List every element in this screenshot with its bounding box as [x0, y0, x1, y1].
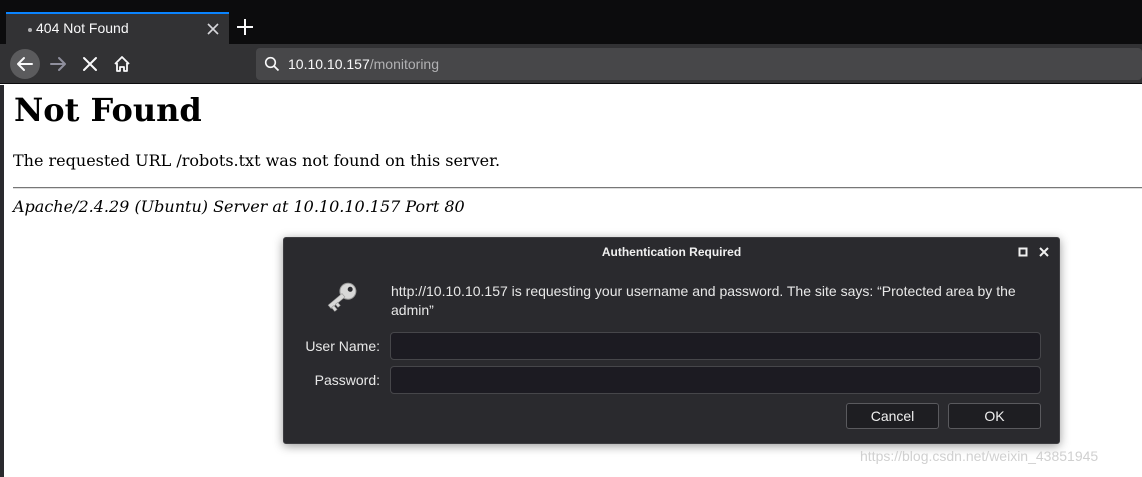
- page-heading: Not Found: [14, 91, 202, 129]
- horizontal-rule: [13, 187, 1142, 189]
- address-bar[interactable]: 10.10.10.157/monitoring: [256, 48, 1142, 80]
- error-message: The requested URL /robots.txt was not fo…: [13, 151, 501, 170]
- plus-icon[interactable]: [234, 16, 256, 38]
- maximize-icon[interactable]: [1018, 247, 1028, 257]
- ok-button[interactable]: OK: [948, 403, 1041, 429]
- tab-active[interactable]: 404 Not Found: [6, 12, 229, 44]
- username-input[interactable]: [390, 332, 1041, 360]
- navigation-toolbar: 10.10.10.157/monitoring: [0, 44, 1142, 84]
- auth-dialog: Authentication Required http://10.10.10.…: [283, 237, 1060, 444]
- close-icon[interactable]: [1039, 247, 1049, 257]
- server-signature: Apache/2.4.29 (Ubuntu) Server at 10.10.1…: [13, 197, 465, 216]
- auth-prompt: http://10.10.10.157 is requesting your u…: [391, 283, 1016, 318]
- key-icon: [327, 282, 357, 312]
- password-label: Password:: [314, 372, 380, 388]
- url-host: 10.10.10.157: [288, 56, 370, 72]
- stop-icon: [83, 57, 97, 71]
- forward-button[interactable]: [44, 49, 74, 79]
- cancel-button[interactable]: Cancel: [846, 403, 939, 429]
- username-label: User Name:: [305, 338, 380, 354]
- tab-strip: 404 Not Found: [0, 0, 1142, 44]
- url-path: /monitoring: [369, 56, 440, 72]
- password-input[interactable]: [390, 366, 1041, 394]
- back-button[interactable]: [10, 49, 40, 79]
- tab-title: 404 Not Found: [36, 20, 129, 36]
- home-icon: [114, 56, 130, 72]
- close-icon[interactable]: [205, 21, 221, 37]
- back-icon: [17, 57, 33, 71]
- home-button[interactable]: [107, 49, 137, 79]
- search-icon: [264, 56, 280, 72]
- url-text: 10.10.10.157/monitoring: [288, 56, 439, 72]
- watermark-text: https://blog.csdn.net/weixin_43851945: [860, 448, 1099, 464]
- stop-button[interactable]: [75, 49, 105, 79]
- dialog-title: Authentication Required: [601, 245, 742, 259]
- loading-indicator-icon: [28, 28, 32, 32]
- forward-icon: [50, 57, 66, 71]
